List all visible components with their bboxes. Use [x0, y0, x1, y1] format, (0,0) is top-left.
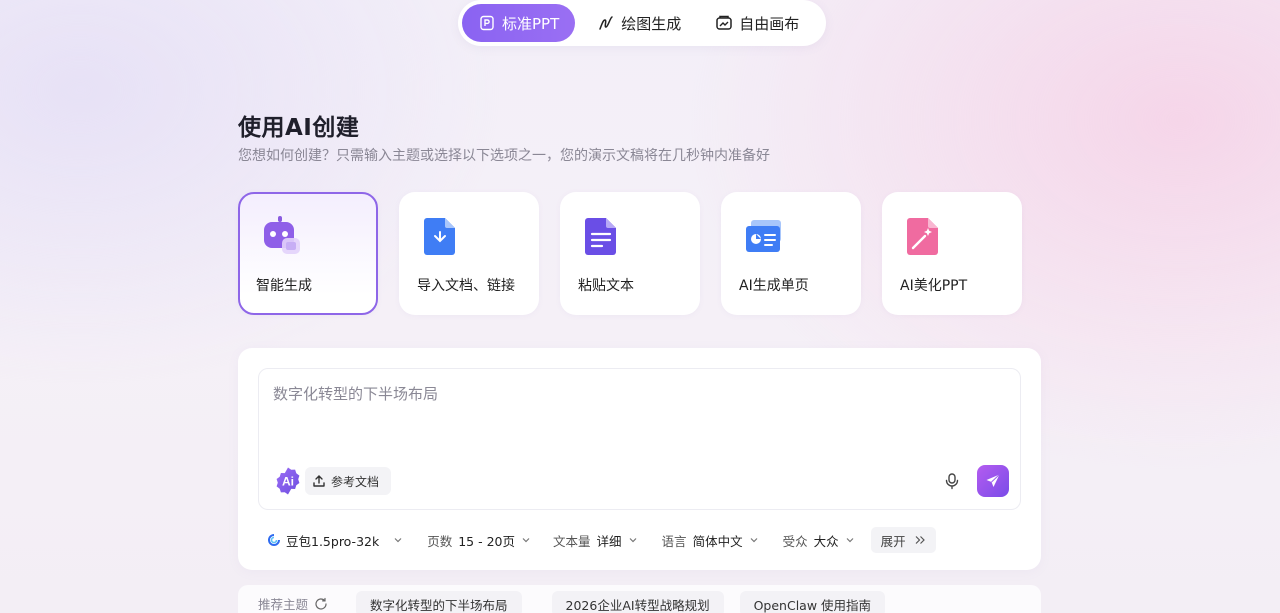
tab-label: 绘图生成 — [621, 14, 682, 33]
page-title: 使用AI创建 — [238, 115, 360, 141]
microphone-icon[interactable] — [943, 472, 961, 490]
audience-select[interactable]: 受众 大众 — [783, 531, 855, 550]
canvas-icon — [715, 14, 733, 32]
recommended-topics: 推荐主题 数字化转型的下半场布局 2026企业AI转型战略规划 OpenClaw… — [238, 585, 1041, 613]
language-label: 语言 — [661, 533, 687, 549]
chevron-down-icon — [845, 535, 855, 545]
ppt-icon — [478, 14, 496, 32]
topic-input[interactable] — [273, 383, 993, 443]
send-icon — [986, 474, 1000, 487]
audience-label: 受众 — [782, 533, 808, 549]
single-page-icon — [743, 214, 783, 256]
import-document-icon — [421, 214, 461, 256]
option-ai-beautify-ppt[interactable]: AI美化PPT — [882, 192, 1022, 315]
option-label: AI美化PPT — [900, 278, 968, 294]
expand-label: 展开 — [880, 533, 906, 549]
option-label: 智能生成 — [256, 278, 312, 294]
tab-draw-generate[interactable]: 绘图生成 — [579, 4, 697, 42]
option-label: 导入文档、链接 — [417, 278, 515, 294]
chevron-down-icon — [749, 535, 759, 545]
topic-chip[interactable]: OpenClaw 使用指南 — [739, 591, 886, 613]
tab-standard-ppt[interactable]: 标准PPT — [462, 4, 576, 42]
audience-value: 大众 — [813, 533, 839, 549]
topic-chip[interactable]: 2026企业AI转型战略规划 — [551, 591, 724, 613]
svg-text:Ai: Ai — [282, 475, 294, 489]
send-button[interactable] — [977, 465, 1009, 497]
paste-text-icon — [582, 214, 622, 256]
model-select[interactable]: 豆包1.5pro-32k — [268, 531, 403, 550]
mode-switcher: 标准PPT 绘图生成 自由画布 — [458, 0, 826, 46]
upload-icon — [311, 473, 327, 489]
robot-icon — [260, 214, 300, 256]
expand-options-button[interactable]: 展开 — [870, 527, 936, 553]
option-paste-text[interactable]: 粘贴文本 — [560, 192, 700, 315]
refresh-icon[interactable] — [314, 597, 328, 611]
option-label: 粘贴文本 — [578, 278, 634, 294]
tab-label: 标准PPT — [502, 14, 560, 33]
beautify-wand-icon — [904, 214, 944, 256]
chevron-down-icon — [521, 535, 531, 545]
pen-draw-icon — [597, 14, 615, 32]
reference-label: 参考文档 — [331, 474, 380, 489]
reference-document-button[interactable]: 参考文档 — [305, 467, 392, 495]
doubao-logo-icon — [268, 534, 280, 546]
option-import-document[interactable]: 导入文档、链接 — [399, 192, 539, 315]
pages-label: 页数 — [427, 533, 453, 549]
prompt-panel: Ai 参考文档 豆包1.5pro-32k 页数 15 - 20页 — [238, 348, 1041, 570]
language-value: 简体中文 — [692, 533, 743, 549]
create-options: 智能生成 导入文档、链接 粘贴文本 AI生成单页 AI美化PPT — [238, 192, 1022, 315]
page-subtitle: 您想如何创建？只需输入主题或选择以下选项之一，您的演示文稿将在几秒钟内准备好 — [238, 148, 770, 164]
generation-options: 豆包1.5pro-32k 页数 15 - 20页 文本量 详细 语言 简体中文 … — [268, 527, 936, 553]
chevron-down-icon — [628, 535, 638, 545]
tab-free-canvas[interactable]: 自由画布 — [697, 4, 815, 42]
language-select[interactable]: 语言 简体中文 — [662, 531, 759, 550]
model-value: 豆包1.5pro-32k — [286, 533, 380, 549]
ai-badge-icon[interactable]: Ai — [273, 466, 303, 496]
topic-chip[interactable]: 数字化转型的下半场布局 — [356, 591, 522, 613]
option-ai-single-page[interactable]: AI生成单页 — [721, 192, 861, 315]
option-smart-generate[interactable]: 智能生成 — [238, 192, 378, 315]
pages-value: 15 - 20页 — [458, 533, 516, 549]
option-label: AI生成单页 — [739, 278, 809, 294]
tab-label: 自由画布 — [739, 14, 800, 33]
text-amount-label: 文本量 — [553, 533, 591, 549]
double-chevron-right-icon — [914, 535, 926, 545]
chevron-down-icon — [393, 535, 403, 545]
recommended-label: 推荐主题 — [258, 594, 328, 613]
prompt-box: Ai 参考文档 — [258, 368, 1021, 510]
text-amount-value: 详细 — [596, 533, 622, 549]
pages-select[interactable]: 页数 15 - 20页 — [427, 531, 531, 550]
text-amount-select[interactable]: 文本量 详细 — [553, 531, 638, 550]
